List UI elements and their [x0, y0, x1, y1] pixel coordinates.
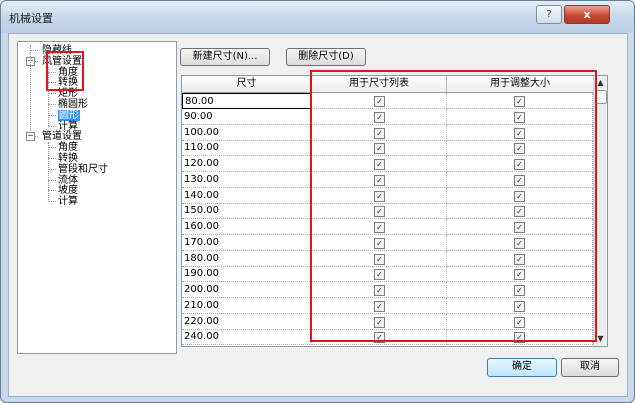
tree-connector — [48, 168, 56, 170]
tree-connector — [48, 179, 56, 181]
tree-connector — [48, 201, 56, 203]
tree-item[interactable]: 圆形 — [58, 109, 80, 121]
tree-item[interactable]: 角度 — [58, 142, 78, 153]
size-cell[interactable]: 160.00 — [182, 219, 312, 235]
size-cell[interactable]: 170.00 — [182, 234, 312, 251]
tree-item[interactable]: 转换 — [58, 153, 78, 164]
close-button[interactable]: x — [564, 5, 610, 24]
tree-connector — [30, 45, 31, 132]
tree-connector — [48, 142, 49, 202]
cancel-button[interactable]: 取消 — [561, 358, 619, 377]
tree-connector — [48, 114, 56, 116]
help-button[interactable]: ? — [536, 5, 562, 24]
size-cell[interactable]: 240.00 — [182, 329, 312, 346]
settings-tree[interactable]: 隐藏线 风管设置 − 角度 转换 矩形 椭圆形 圆形 计算 管道设置 − 角度 转换 管段和尺寸 流体 坡度计… — [17, 41, 177, 354]
column-header-size[interactable]: 尺寸 — [182, 76, 312, 93]
collapse-toggle-icon[interactable]: − — [26, 132, 35, 142]
size-cell[interactable]: 140.00 — [182, 187, 312, 204]
size-cell[interactable]: 130.00 — [182, 171, 312, 188]
tree-connector — [48, 147, 56, 149]
size-cell[interactable]: 150.00 — [182, 203, 312, 220]
new-size-button[interactable]: 新建尺寸(N)... — [180, 48, 270, 66]
tree-item[interactable]: 椭圆形 — [58, 99, 88, 110]
ok-button[interactable]: 确定 — [487, 358, 557, 377]
delete-size-button[interactable]: 删除尺寸(D) — [286, 48, 366, 66]
size-cell[interactable]: 190.00 — [182, 266, 312, 283]
size-cell[interactable]: 220.00 — [182, 313, 312, 330]
tree-connector — [48, 93, 56, 95]
tree-connector — [48, 190, 56, 192]
tree-item[interactable]: 坡度 — [58, 185, 78, 196]
tree-highlight-box — [46, 51, 84, 91]
window-title: 机械设置 — [9, 12, 53, 25]
columns-highlight-box — [310, 70, 597, 342]
tree-item[interactable]: 计算 — [58, 196, 78, 207]
tree-connector — [48, 125, 56, 127]
size-cell[interactable]: 120.00 — [182, 156, 312, 172]
size-cell[interactable]: 110.00 — [182, 140, 312, 157]
tree-connector — [48, 158, 56, 159]
tree-item[interactable]: 管段和尺寸 — [58, 164, 108, 175]
size-cell[interactable]: 180.00 — [182, 250, 312, 267]
tree-item[interactable]: 计算 — [58, 121, 78, 132]
size-cell[interactable]: 210.00 — [182, 297, 312, 314]
size-cell[interactable]: 100.00 — [182, 124, 312, 141]
tree-connector — [30, 50, 38, 51]
size-cell[interactable]: 200.00 — [182, 282, 312, 298]
tree-item[interactable]: 流体 — [58, 175, 78, 186]
title-bar[interactable]: 机械设置 ? x — [1, 1, 634, 33]
size-cell[interactable]: 90.00 — [182, 108, 312, 125]
tree-connector — [48, 104, 56, 105]
tree-item[interactable]: 管道设置 — [42, 131, 82, 142]
size-cell[interactable]: 80.00 — [182, 93, 312, 109]
